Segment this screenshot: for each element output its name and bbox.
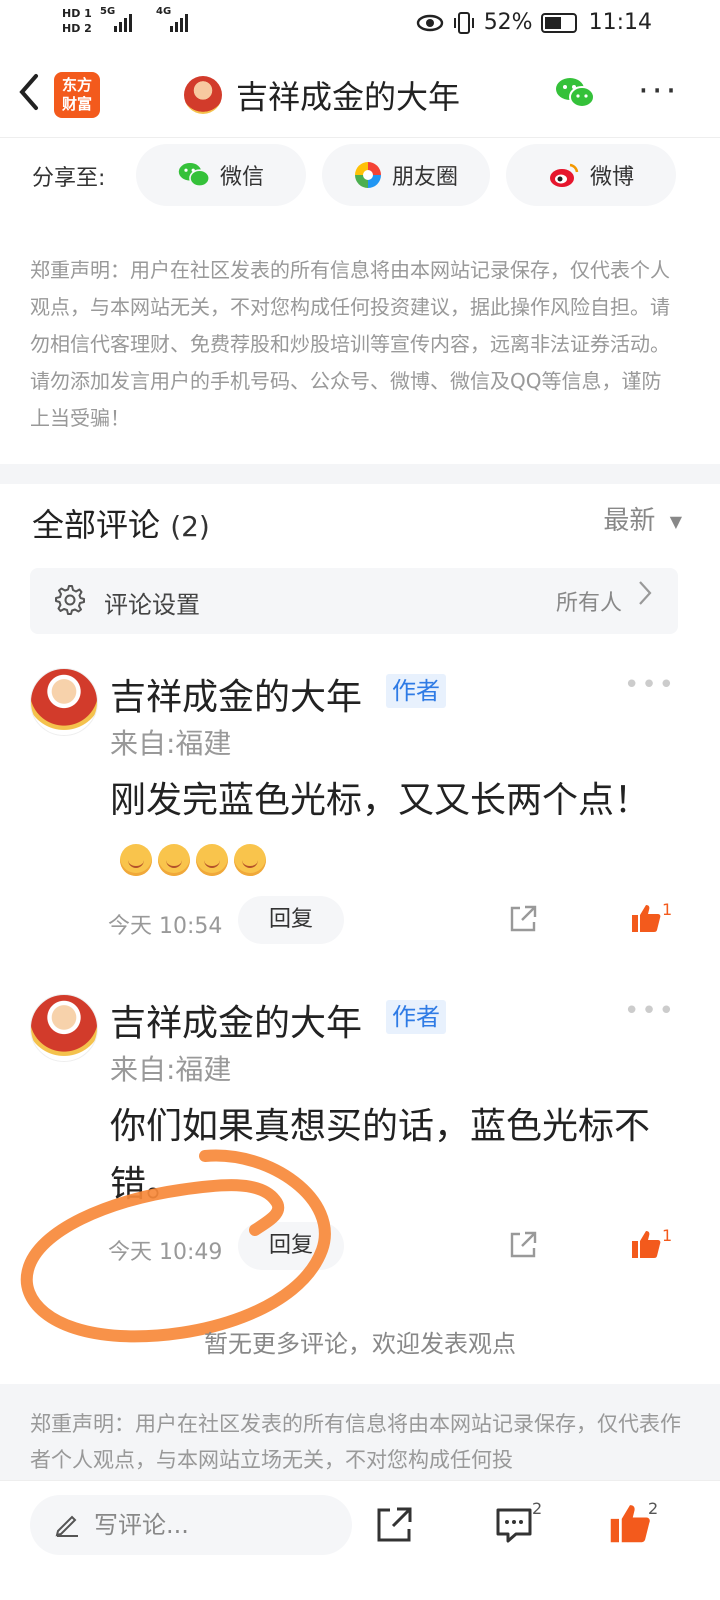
comments-header: 全部评论 (2)	[32, 500, 210, 546]
settings-value: 所有人	[555, 591, 622, 616]
comment-author[interactable]: 吉祥成金的大年	[110, 994, 362, 1046]
comment-author[interactable]: 吉祥成金的大年	[110, 668, 362, 720]
battery-percent: 52%	[483, 10, 533, 35]
comment-text: 刚发完蓝色光标，又又长两个点！	[110, 772, 670, 888]
like-count: 1	[662, 1226, 673, 1245]
comment-settings-row[interactable]: 评论设置 所有人	[30, 568, 678, 634]
share-icon[interactable]	[508, 1230, 538, 1260]
thumbs-up-icon[interactable]	[630, 902, 662, 934]
author-badge: 作者	[386, 674, 446, 708]
smile-emoji-icon	[120, 844, 152, 876]
battery-icon	[540, 12, 577, 33]
share-wechat-button[interactable]: 微信	[136, 144, 306, 206]
write-comment-input[interactable]: 写评论...	[30, 1495, 352, 1555]
comments-title: 全部评论	[32, 506, 161, 544]
author-avatar[interactable]	[30, 668, 98, 736]
signal-4g: 4G	[156, 6, 188, 32]
author-badge: 作者	[386, 1000, 446, 1034]
back-icon[interactable]	[18, 72, 40, 112]
comment-more-icon[interactable]: •••	[624, 670, 676, 700]
comment-location: 来自:福建	[110, 1053, 232, 1086]
author-avatar[interactable]	[30, 994, 98, 1062]
write-comment-placeholder: 写评论...	[94, 1511, 189, 1539]
annotation-circle	[20, 1149, 331, 1343]
sort-label: 最新	[603, 506, 656, 536]
reply-button[interactable]: 回复	[238, 896, 344, 944]
moments-icon	[354, 162, 381, 188]
smile-emoji-icon	[196, 844, 228, 876]
eye-icon	[416, 14, 443, 31]
smile-emoji-icon	[158, 844, 190, 876]
footer-disclaimer-text: 郑重声明：用户在社区发表的所有信息将由本网站记录保存，仅代表作者个人观点，与本网…	[30, 1412, 681, 1472]
like-count: 1	[662, 900, 673, 919]
share-moments-label: 朋友圈	[391, 165, 458, 190]
share-icon[interactable]	[374, 1505, 414, 1545]
thumbs-up-icon[interactable]	[608, 1501, 652, 1545]
author-avatar-small	[184, 76, 222, 114]
comment-item: 吉祥成金的大年 作者 ••• 来自:福建 刚发完蓝色光标，又又长两个点！ 今天 …	[0, 668, 720, 958]
share-moments-button[interactable]: 朋友圈	[322, 144, 490, 206]
comment-count-badge: 2	[532, 1499, 543, 1518]
comments-count: (2)	[170, 510, 210, 543]
wechat-share-icon[interactable]	[555, 76, 595, 110]
more-options-icon[interactable]: ···	[638, 74, 679, 108]
net2-label: 4G	[156, 6, 172, 17]
net1-label: 5G	[100, 6, 116, 17]
signal-bars: 5G 4G	[100, 6, 188, 32]
share-wechat-label: 微信	[219, 165, 264, 190]
comment-location: 来自:福建	[110, 727, 232, 760]
share-row: 分享至: 微信 朋友圈 微博	[0, 138, 720, 212]
gear-icon	[55, 585, 85, 615]
share-weibo-button[interactable]: 微博	[506, 144, 676, 206]
vibrate-icon	[453, 11, 474, 34]
sim-indicator: HD 1 HD 2	[62, 6, 92, 36]
settings-label: 评论设置	[104, 591, 200, 619]
status-right: 52% 11:14	[416, 10, 652, 35]
sort-dropdown[interactable]: 最新 ▼	[603, 500, 682, 537]
comment-icon[interactable]	[494, 1505, 534, 1545]
caret-down-icon: ▼	[669, 512, 682, 531]
disclaimer-text: 郑重声明：用户在社区发表的所有信息将由本网站记录保存，仅代表个人观点，与本网站无…	[30, 258, 670, 430]
logo-line1: 东方	[61, 76, 92, 94]
bottom-bar: 写评论... 2 2	[0, 1480, 720, 1600]
weibo-icon	[549, 163, 579, 187]
app-logo[interactable]: 东方 财富	[54, 72, 100, 118]
top-nav: 东方 财富 吉祥成金的大年 ···	[0, 50, 720, 138]
share-label: 分享至:	[32, 166, 106, 191]
thumbs-up-icon[interactable]	[630, 1228, 662, 1260]
smile-emoji-icon	[234, 844, 266, 876]
hd2-label: HD 2	[62, 22, 92, 35]
wechat-icon	[178, 163, 210, 188]
no-more-comments: 暂无更多评论，欢迎发表观点	[204, 1330, 516, 1358]
emoji-group	[120, 838, 272, 879]
footer-disclaimer: 郑重声明：用户在社区发表的所有信息将由本网站记录保存，仅代表作者个人观点，与本网…	[0, 1384, 720, 1480]
like-count-badge: 2	[648, 1499, 659, 1518]
share-icon[interactable]	[508, 904, 538, 934]
page-title-group: 吉祥成金的大年	[184, 72, 460, 118]
page-title: 吉祥成金的大年	[236, 78, 461, 116]
logo-line2: 财富	[61, 95, 92, 113]
chevron-right-icon	[638, 580, 652, 606]
signal-5g: 5G	[100, 6, 132, 32]
comment-time: 今天 10:54	[108, 914, 223, 939]
share-weibo-label: 微博	[589, 165, 634, 190]
clock: 11:14	[588, 10, 652, 35]
comment-more-icon[interactable]: •••	[624, 996, 676, 1026]
pen-icon	[55, 1515, 78, 1537]
comment-text-content: 刚发完蓝色光标，又又长两个点！	[110, 780, 651, 821]
status-bar: HD 1 HD 2 5G 4G 52% 11:14	[0, 0, 720, 50]
section-divider	[0, 464, 720, 484]
hd1-label: HD 1	[62, 7, 92, 20]
